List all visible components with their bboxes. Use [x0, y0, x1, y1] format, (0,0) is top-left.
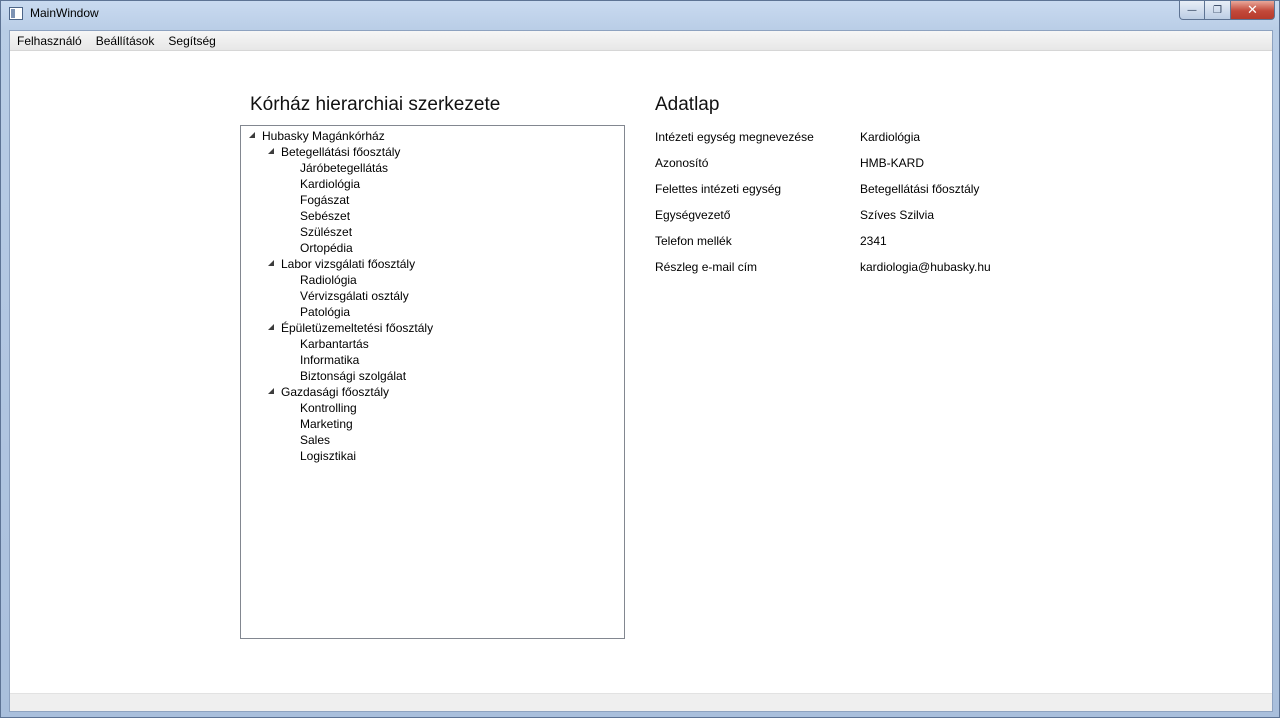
close-icon: ✕	[1247, 2, 1258, 18]
tree-node-label: Járóbetegellátás	[300, 161, 389, 175]
main-window: MainWindow — ❐ ✕ Felhasználó Beállítások…	[0, 0, 1280, 718]
detail-field-label: Egységvezető	[655, 208, 731, 222]
detail-field-value: Szíves Szilvia	[860, 208, 935, 222]
menu-felhasznalo[interactable]: Felhasználó	[10, 31, 89, 51]
expander-expanded-icon[interactable]	[268, 148, 275, 155]
tree-node-label: Sebészet	[300, 209, 351, 223]
tree-node-label: Ortopédia	[300, 241, 353, 255]
tree-panel-title: Kórház hierarchiai szerkezete	[250, 94, 501, 115]
close-button[interactable]: ✕	[1231, 1, 1275, 20]
expander-expanded-icon[interactable]	[268, 324, 275, 331]
menu-segitseg[interactable]: Segítség	[161, 31, 222, 51]
detail-field-label: Felettes intézeti egység	[655, 182, 782, 196]
minimize-button[interactable]: —	[1179, 1, 1205, 20]
detail-panel-title: Adatlap	[655, 94, 720, 115]
menu-bar: Felhasználó Beállítások Segítség	[10, 31, 1272, 51]
tree-node-label: Szülészet	[300, 225, 353, 239]
detail-field-label: Intézeti egység megnevezése	[655, 130, 814, 144]
tree-node-label: Sales	[300, 433, 331, 447]
tree-node-label: Informatika	[300, 353, 360, 367]
window-title: MainWindow	[30, 6, 99, 20]
tree-node-label: Fogászat	[300, 193, 350, 207]
tree-node-label: Kontrolling	[300, 401, 357, 415]
tree-node-label: Biztonsági szolgálat	[300, 369, 407, 383]
expander-expanded-icon[interactable]	[268, 388, 275, 395]
tree-node-label: Patológia	[300, 305, 351, 319]
tree-node-label: Betegellátási főosztály	[281, 145, 401, 159]
minimize-icon: —	[1187, 4, 1197, 16]
caption-buttons: — ❐ ✕	[1179, 1, 1275, 20]
client-area: Felhasználó Beállítások Segítség Kórház …	[9, 30, 1273, 712]
expander-expanded-icon[interactable]	[249, 132, 256, 139]
detail-field-value: Kardiológia	[860, 130, 921, 144]
title-bar[interactable]: MainWindow — ❐ ✕	[1, 1, 1280, 28]
tree-node-label: Gazdasági főosztály	[281, 385, 390, 399]
tree-node-label: Kardiológia	[300, 177, 361, 191]
app-icon	[9, 7, 23, 20]
expander-expanded-icon[interactable]	[268, 260, 275, 267]
detail-field-value: kardiologia@hubasky.hu	[860, 260, 991, 274]
detail-field-value: Betegellátási főosztály	[860, 182, 980, 196]
detail-field-value: HMB-KARD	[860, 156, 925, 170]
tree-node-label: Vérvizsgálati osztály	[300, 289, 409, 303]
tree-node-label: Labor vizsgálati főosztály	[281, 257, 416, 271]
tree-node-label: Logisztikai	[300, 449, 357, 463]
maximize-button[interactable]: ❐	[1205, 1, 1231, 20]
maximize-icon: ❐	[1213, 4, 1222, 16]
status-bar	[10, 693, 1272, 711]
menu-beallitasok[interactable]: Beállítások	[89, 31, 162, 51]
detail-field-value: 2341	[860, 234, 887, 248]
detail-field-label: Azonosító	[655, 156, 709, 170]
tree-node-label: Karbantartás	[300, 337, 369, 351]
detail-field-label: Telefon mellék	[655, 234, 732, 248]
tree-node-label: Marketing	[300, 417, 353, 431]
tree-node-label: Épületüzemeltetési főosztály	[281, 321, 434, 335]
hierarchy-tree-view[interactable]: Hubasky Magánkórház Betegellátási főosztá…	[240, 125, 625, 639]
detail-field-label: Részleg e-mail cím	[655, 260, 758, 274]
tree-node-label: Radiológia	[300, 273, 357, 287]
tree-node-label: Hubasky Magánkórház	[262, 129, 385, 143]
